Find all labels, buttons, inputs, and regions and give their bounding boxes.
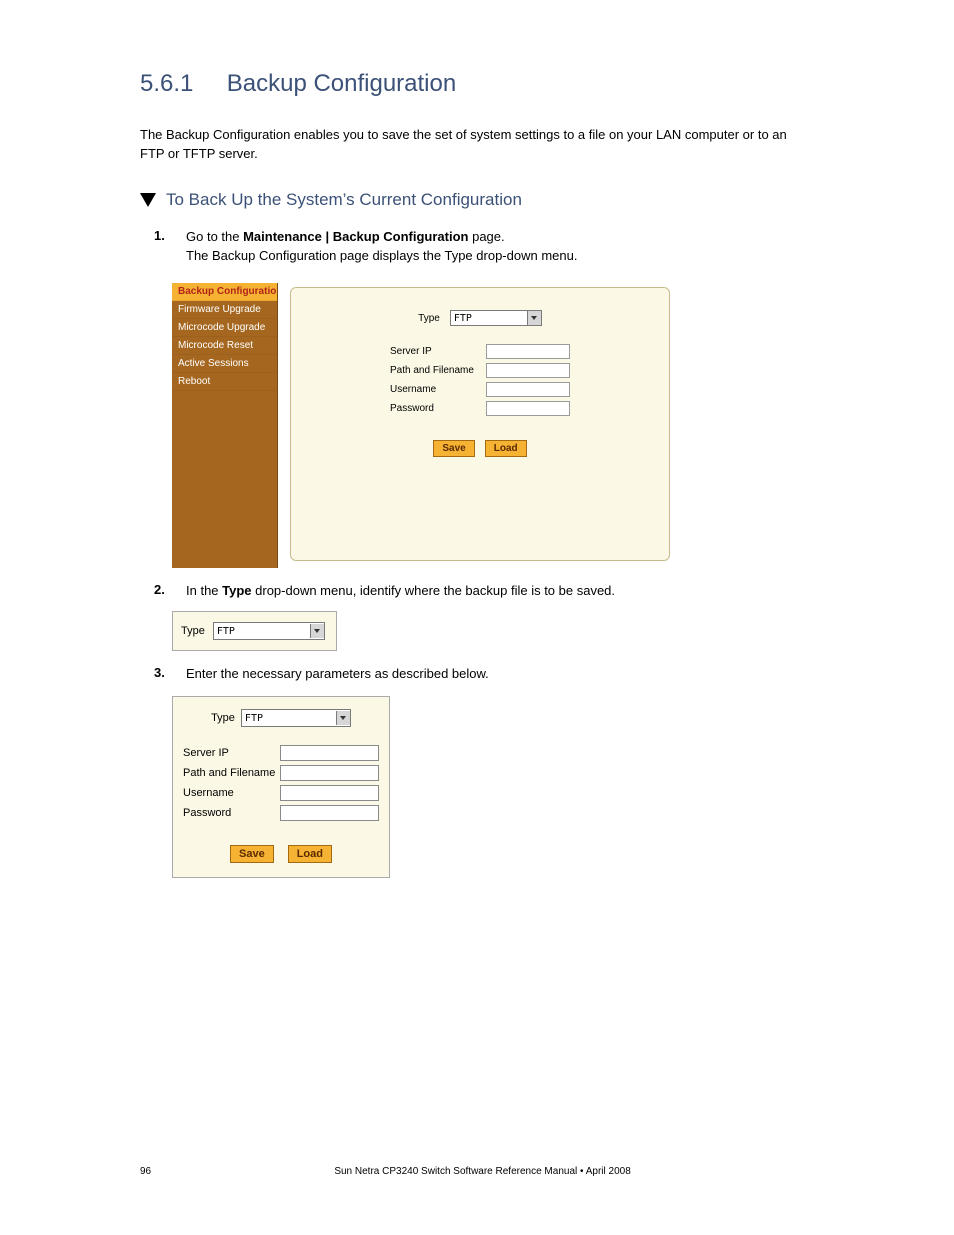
sidebar: Backup Configuration Firmware Upgrade Mi…: [172, 283, 278, 568]
content-panel: Type FTP Server IP Path and Filename Use…: [278, 283, 682, 568]
username-label: Username: [390, 384, 480, 395]
type-select[interactable]: FTP: [213, 622, 325, 640]
chevron-down-icon: [336, 711, 350, 725]
intro-paragraph: The Backup Configuration enables you to …: [140, 126, 814, 164]
username-input[interactable]: [280, 785, 379, 801]
password-label: Password: [390, 403, 480, 414]
figure-ftp-form: Type FTP Server IP Path and Filename Use…: [172, 696, 390, 878]
type-select[interactable]: FTP: [450, 310, 542, 326]
path-filename-input[interactable]: [486, 363, 570, 378]
password-label: Password: [183, 807, 280, 819]
step-number: 3.: [154, 665, 174, 684]
sidebar-item-active-sessions[interactable]: Active Sessions: [172, 355, 277, 373]
figure-type-dropdown: Type FTP: [172, 611, 337, 651]
path-filename-label: Path and Filename: [183, 767, 280, 779]
load-button[interactable]: Load: [485, 440, 527, 457]
step-text: In the Type drop-down menu, identify whe…: [186, 582, 814, 601]
chevron-down-icon: [527, 311, 541, 325]
password-input[interactable]: [280, 805, 379, 821]
procedure-title: To Back Up the System’s Current Configur…: [166, 190, 522, 210]
save-button[interactable]: Save: [230, 845, 274, 863]
type-select[interactable]: FTP: [241, 709, 351, 727]
sidebar-item-backup-configuration[interactable]: Backup Configuration: [172, 283, 277, 301]
figure-backup-config-page: Backup Configuration Firmware Upgrade Mi…: [172, 283, 682, 568]
server-ip-input[interactable]: [486, 344, 570, 359]
server-ip-label: Server IP: [390, 346, 480, 357]
path-filename-input[interactable]: [280, 765, 379, 781]
chevron-down-icon: [310, 624, 324, 638]
step-text: Enter the necessary parameters as descri…: [186, 665, 814, 684]
step-number: 1.: [154, 228, 174, 266]
password-input[interactable]: [486, 401, 570, 416]
server-ip-label: Server IP: [183, 747, 280, 759]
type-label: Type: [211, 712, 235, 724]
section-number: 5.6.1: [140, 70, 193, 97]
sidebar-item-microcode-upgrade[interactable]: Microcode Upgrade: [172, 319, 277, 337]
username-input[interactable]: [486, 382, 570, 397]
server-ip-input[interactable]: [280, 745, 379, 761]
load-button[interactable]: Load: [288, 845, 332, 863]
save-button[interactable]: Save: [433, 440, 474, 457]
type-label: Type: [418, 313, 440, 324]
type-label: Type: [181, 625, 205, 637]
section-title: Backup Configuration: [227, 70, 456, 97]
path-filename-label: Path and Filename: [390, 365, 480, 376]
page-footer: 96 Sun Netra CP3240 Switch Software Refe…: [140, 1166, 814, 1177]
step-number: 2.: [154, 582, 174, 601]
username-label: Username: [183, 787, 280, 799]
footer-page-number: 96: [140, 1166, 151, 1177]
sidebar-item-microcode-reset[interactable]: Microcode Reset: [172, 337, 277, 355]
footer-doc-title: Sun Netra CP3240 Switch Software Referen…: [334, 1166, 630, 1177]
sidebar-item-firmware-upgrade[interactable]: Firmware Upgrade: [172, 301, 277, 319]
sidebar-item-reboot[interactable]: Reboot: [172, 373, 277, 391]
procedure-arrow-icon: [140, 193, 156, 207]
step-text: Go to the Maintenance | Backup Configura…: [186, 228, 814, 266]
